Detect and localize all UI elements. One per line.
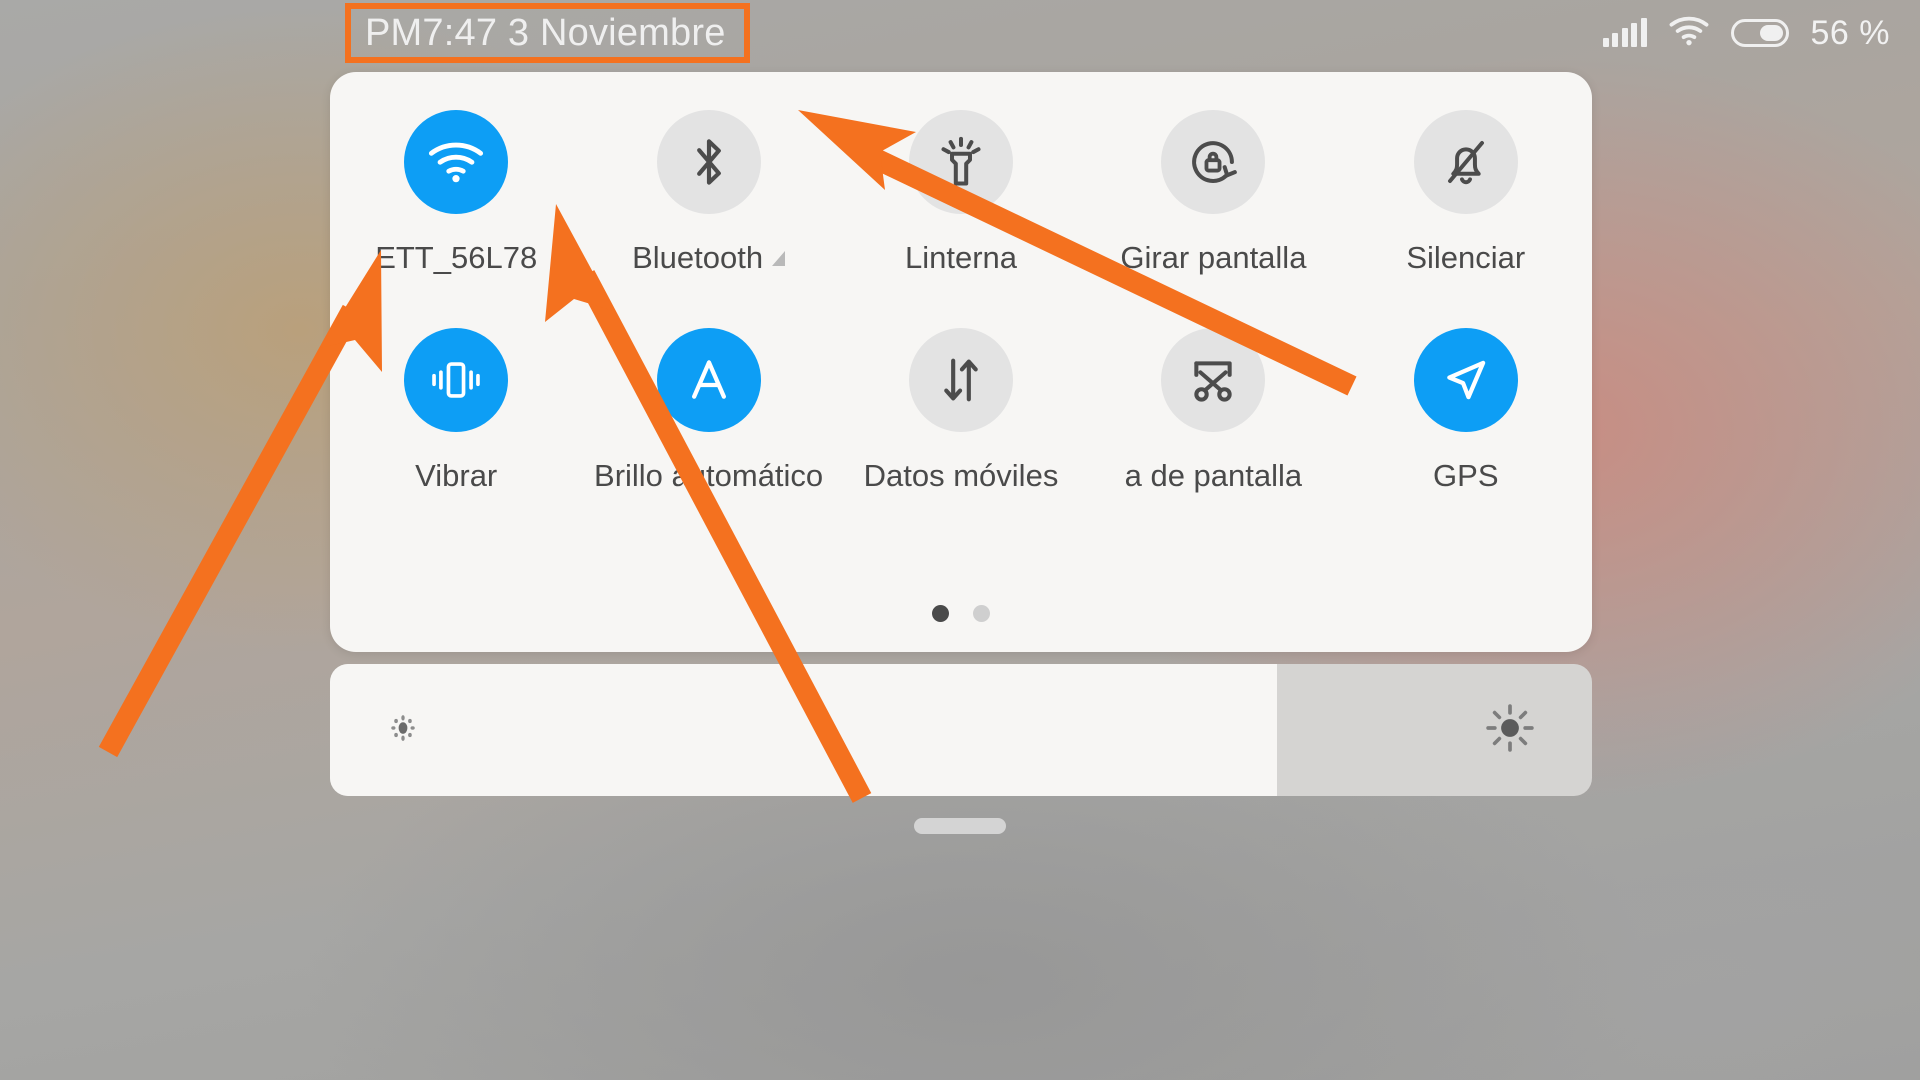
- page-dot-1[interactable]: [932, 605, 949, 622]
- auto-brightness-icon: [691, 360, 726, 399]
- tile-bluetooth[interactable]: Bluetooth: [582, 110, 834, 276]
- mute-toggle-circle[interactable]: [1413, 110, 1518, 214]
- wifi-toggle-circle[interactable]: [404, 110, 509, 214]
- tile-label-gps: GPS: [1433, 458, 1499, 493]
- tile-rotation-lock[interactable]: Girar pantalla: [1087, 110, 1339, 276]
- rotation-lock-icon: [1192, 141, 1238, 183]
- tile-label-auto-brightness: Brillo automático: [594, 458, 824, 493]
- tile-label-screenshot: a de pantalla: [1124, 458, 1303, 493]
- page-dot-2[interactable]: [973, 605, 990, 622]
- tile-label-vibrate: Vibrar: [415, 458, 498, 493]
- page-indicator: [330, 605, 1592, 622]
- flashlight-toggle-circle[interactable]: [908, 110, 1013, 214]
- tile-label-bluetooth: Bluetooth: [632, 240, 786, 276]
- auto-brightness-toggle-circle[interactable]: [656, 328, 761, 432]
- battery-percent-label: 56 %: [1810, 13, 1890, 52]
- screenshot-toggle-circle[interactable]: [1161, 328, 1266, 432]
- mobile-data-icon: [944, 358, 978, 402]
- tile-auto-brightness[interactable]: Brillo automático: [582, 328, 834, 494]
- tile-mobile-data[interactable]: Datos móviles: [835, 328, 1087, 494]
- navigation-arrow-icon: [1446, 360, 1486, 400]
- chevron-expand-icon[interactable]: [772, 250, 786, 266]
- status-icons: 56 %: [1602, 0, 1891, 66]
- brightness-slider[interactable]: [330, 664, 1592, 796]
- tile-label-rotation-lock: Girar pantalla: [1120, 240, 1307, 275]
- tile-label-flashlight: Linterna: [904, 240, 1017, 275]
- tile-vibrate[interactable]: Vibrar: [330, 328, 582, 494]
- tile-wifi[interactable]: ETT_56L78: [330, 110, 582, 276]
- screenshot-crop-icon: [1194, 361, 1233, 402]
- bluetooth-toggle-circle[interactable]: [656, 110, 761, 214]
- wifi-icon: [429, 142, 484, 183]
- tile-label-mobile-data: Datos móviles: [863, 458, 1059, 493]
- bluetooth-icon: [696, 139, 721, 185]
- mobile-data-toggle-circle[interactable]: [908, 328, 1013, 432]
- panel-drag-handle[interactable]: [914, 818, 1006, 834]
- tile-flashlight[interactable]: Linterna: [835, 110, 1087, 276]
- rotation-lock-toggle-circle[interactable]: [1161, 110, 1266, 214]
- bell-muted-icon: [1447, 140, 1484, 185]
- wifi-icon: [1669, 16, 1709, 51]
- signal-bars-icon: [1602, 18, 1647, 47]
- status-bar: PM7:47 3 Noviembre 56 %: [0, 0, 1920, 66]
- vibrate-toggle-circle[interactable]: [404, 328, 509, 432]
- battery-icon: [1730, 19, 1789, 47]
- tile-label-wifi: ETT_56L78: [375, 240, 538, 275]
- sun-small-icon: [386, 711, 420, 750]
- flashlight-icon: [941, 136, 981, 186]
- vibrate-icon: [432, 362, 480, 398]
- tile-mute[interactable]: Silenciar: [1340, 110, 1592, 276]
- quick-settings-tile-grid: ETT_56L78 Bluetooth Linterna Girar panta…: [330, 110, 1592, 494]
- tile-gps[interactable]: GPS: [1340, 328, 1592, 494]
- tile-screenshot[interactable]: a de pantalla: [1087, 328, 1339, 494]
- gps-toggle-circle[interactable]: [1413, 328, 1518, 432]
- sun-large-icon: [1484, 702, 1536, 759]
- brightness-slider-fill: [330, 664, 1277, 796]
- clock-highlight-box: PM7:47 3 Noviembre: [345, 3, 750, 63]
- status-clock: PM7:47 3 Noviembre: [365, 11, 726, 54]
- bluetooth-label-text: Bluetooth: [632, 240, 764, 275]
- phone-screen: PM7:47 3 Noviembre 56 % ETT_56L78 Blueto…: [0, 0, 1920, 1080]
- tile-label-mute: Silenciar: [1406, 240, 1526, 275]
- quick-settings-panel: ETT_56L78 Bluetooth Linterna Girar panta…: [330, 72, 1592, 652]
